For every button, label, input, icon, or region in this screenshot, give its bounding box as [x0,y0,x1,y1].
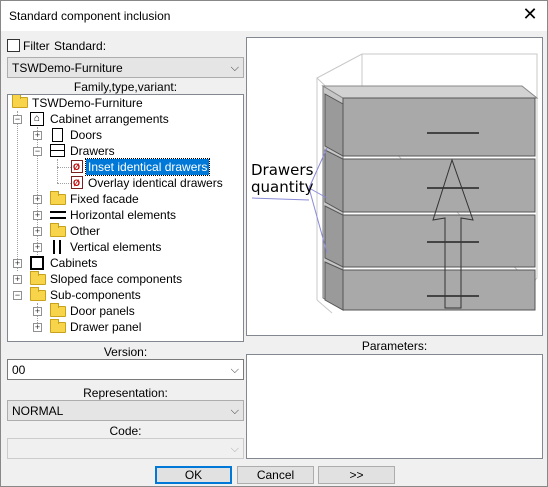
title-bar: Standard component inclusion ✕ [1,1,547,31]
expand-icon[interactable]: + [33,307,42,316]
family-tree[interactable]: TSWDemo-Furniture − ⌂ Cabinet arrangemen… [7,94,244,342]
expand-icon[interactable]: + [13,259,22,268]
representation-label: Representation: [83,386,168,400]
version-select-value: 00 [12,363,26,377]
standard-label: Standard: [54,39,107,53]
vertical-icon [53,240,61,254]
cabinet-icon [30,256,44,270]
parameters-panel[interactable] [246,354,543,459]
folder-icon [30,271,46,285]
drawer-front [324,149,536,213]
representation-select[interactable]: NORMAL ⌵ [7,400,244,421]
expand-icon[interactable]: + [33,323,42,332]
filter-checkbox[interactable] [7,39,20,52]
drawers-icon [50,144,65,157]
drawer-front [324,261,536,311]
expand-icon[interactable]: + [33,131,42,140]
folder-icon [50,191,66,205]
standard-select[interactable]: TSWDemo-Furniture ⌵ [7,57,244,78]
code-select: ⌵ [7,438,244,459]
component-icon: Ø [71,176,83,189]
version-label: Version: [103,345,148,359]
close-icon[interactable]: ✕ [513,1,547,31]
expand-icon[interactable]: + [33,195,42,204]
expand-icon[interactable]: + [33,211,42,220]
component-preview: Drawers quantity [246,37,543,336]
ok-button[interactable]: OK [155,466,232,484]
arrangement-icon: ⌂ [30,112,44,126]
dialog-window: Standard component inclusion ✕ Filter St… [0,0,548,487]
folder-icon [30,287,46,301]
drawer-front [324,205,536,268]
component-icon: Ø [71,160,83,173]
annotation-line1: Drawers [251,161,314,179]
filter-label: Filter [23,39,50,53]
expand-icon[interactable]: + [13,275,22,284]
expand-icon[interactable]: + [33,243,42,252]
parameters-label: Parameters: [361,339,428,353]
tree-header: Family,type,variant: [73,80,178,94]
door-icon [52,128,63,142]
chevron-down-icon: ⌵ [230,442,239,455]
more-button[interactable]: >> [318,466,395,484]
folder-icon [12,95,28,108]
folder-icon [50,223,66,237]
expand-icon[interactable]: + [33,227,42,236]
standard-select-value: TSWDemo-Furniture [12,61,123,75]
code-label: Code: [109,424,142,438]
chevron-down-icon: ⌵ [230,404,239,417]
horizontal-icon [50,211,66,219]
chevron-down-icon: ⌵ [230,61,239,74]
cancel-button[interactable]: Cancel [237,466,314,484]
version-select[interactable]: 00 ⌵ [7,359,244,380]
annotation-line2: quantity [251,178,314,196]
collapse-icon[interactable]: − [33,147,42,156]
collapse-icon[interactable]: − [13,115,22,124]
collapse-icon[interactable]: − [13,291,22,300]
folder-icon [50,319,66,333]
chevron-down-icon: ⌵ [230,363,239,376]
folder-icon [50,303,66,317]
window-title: Standard component inclusion [9,9,171,23]
drawer-front [324,93,536,157]
representation-select-value: NORMAL [12,404,64,418]
